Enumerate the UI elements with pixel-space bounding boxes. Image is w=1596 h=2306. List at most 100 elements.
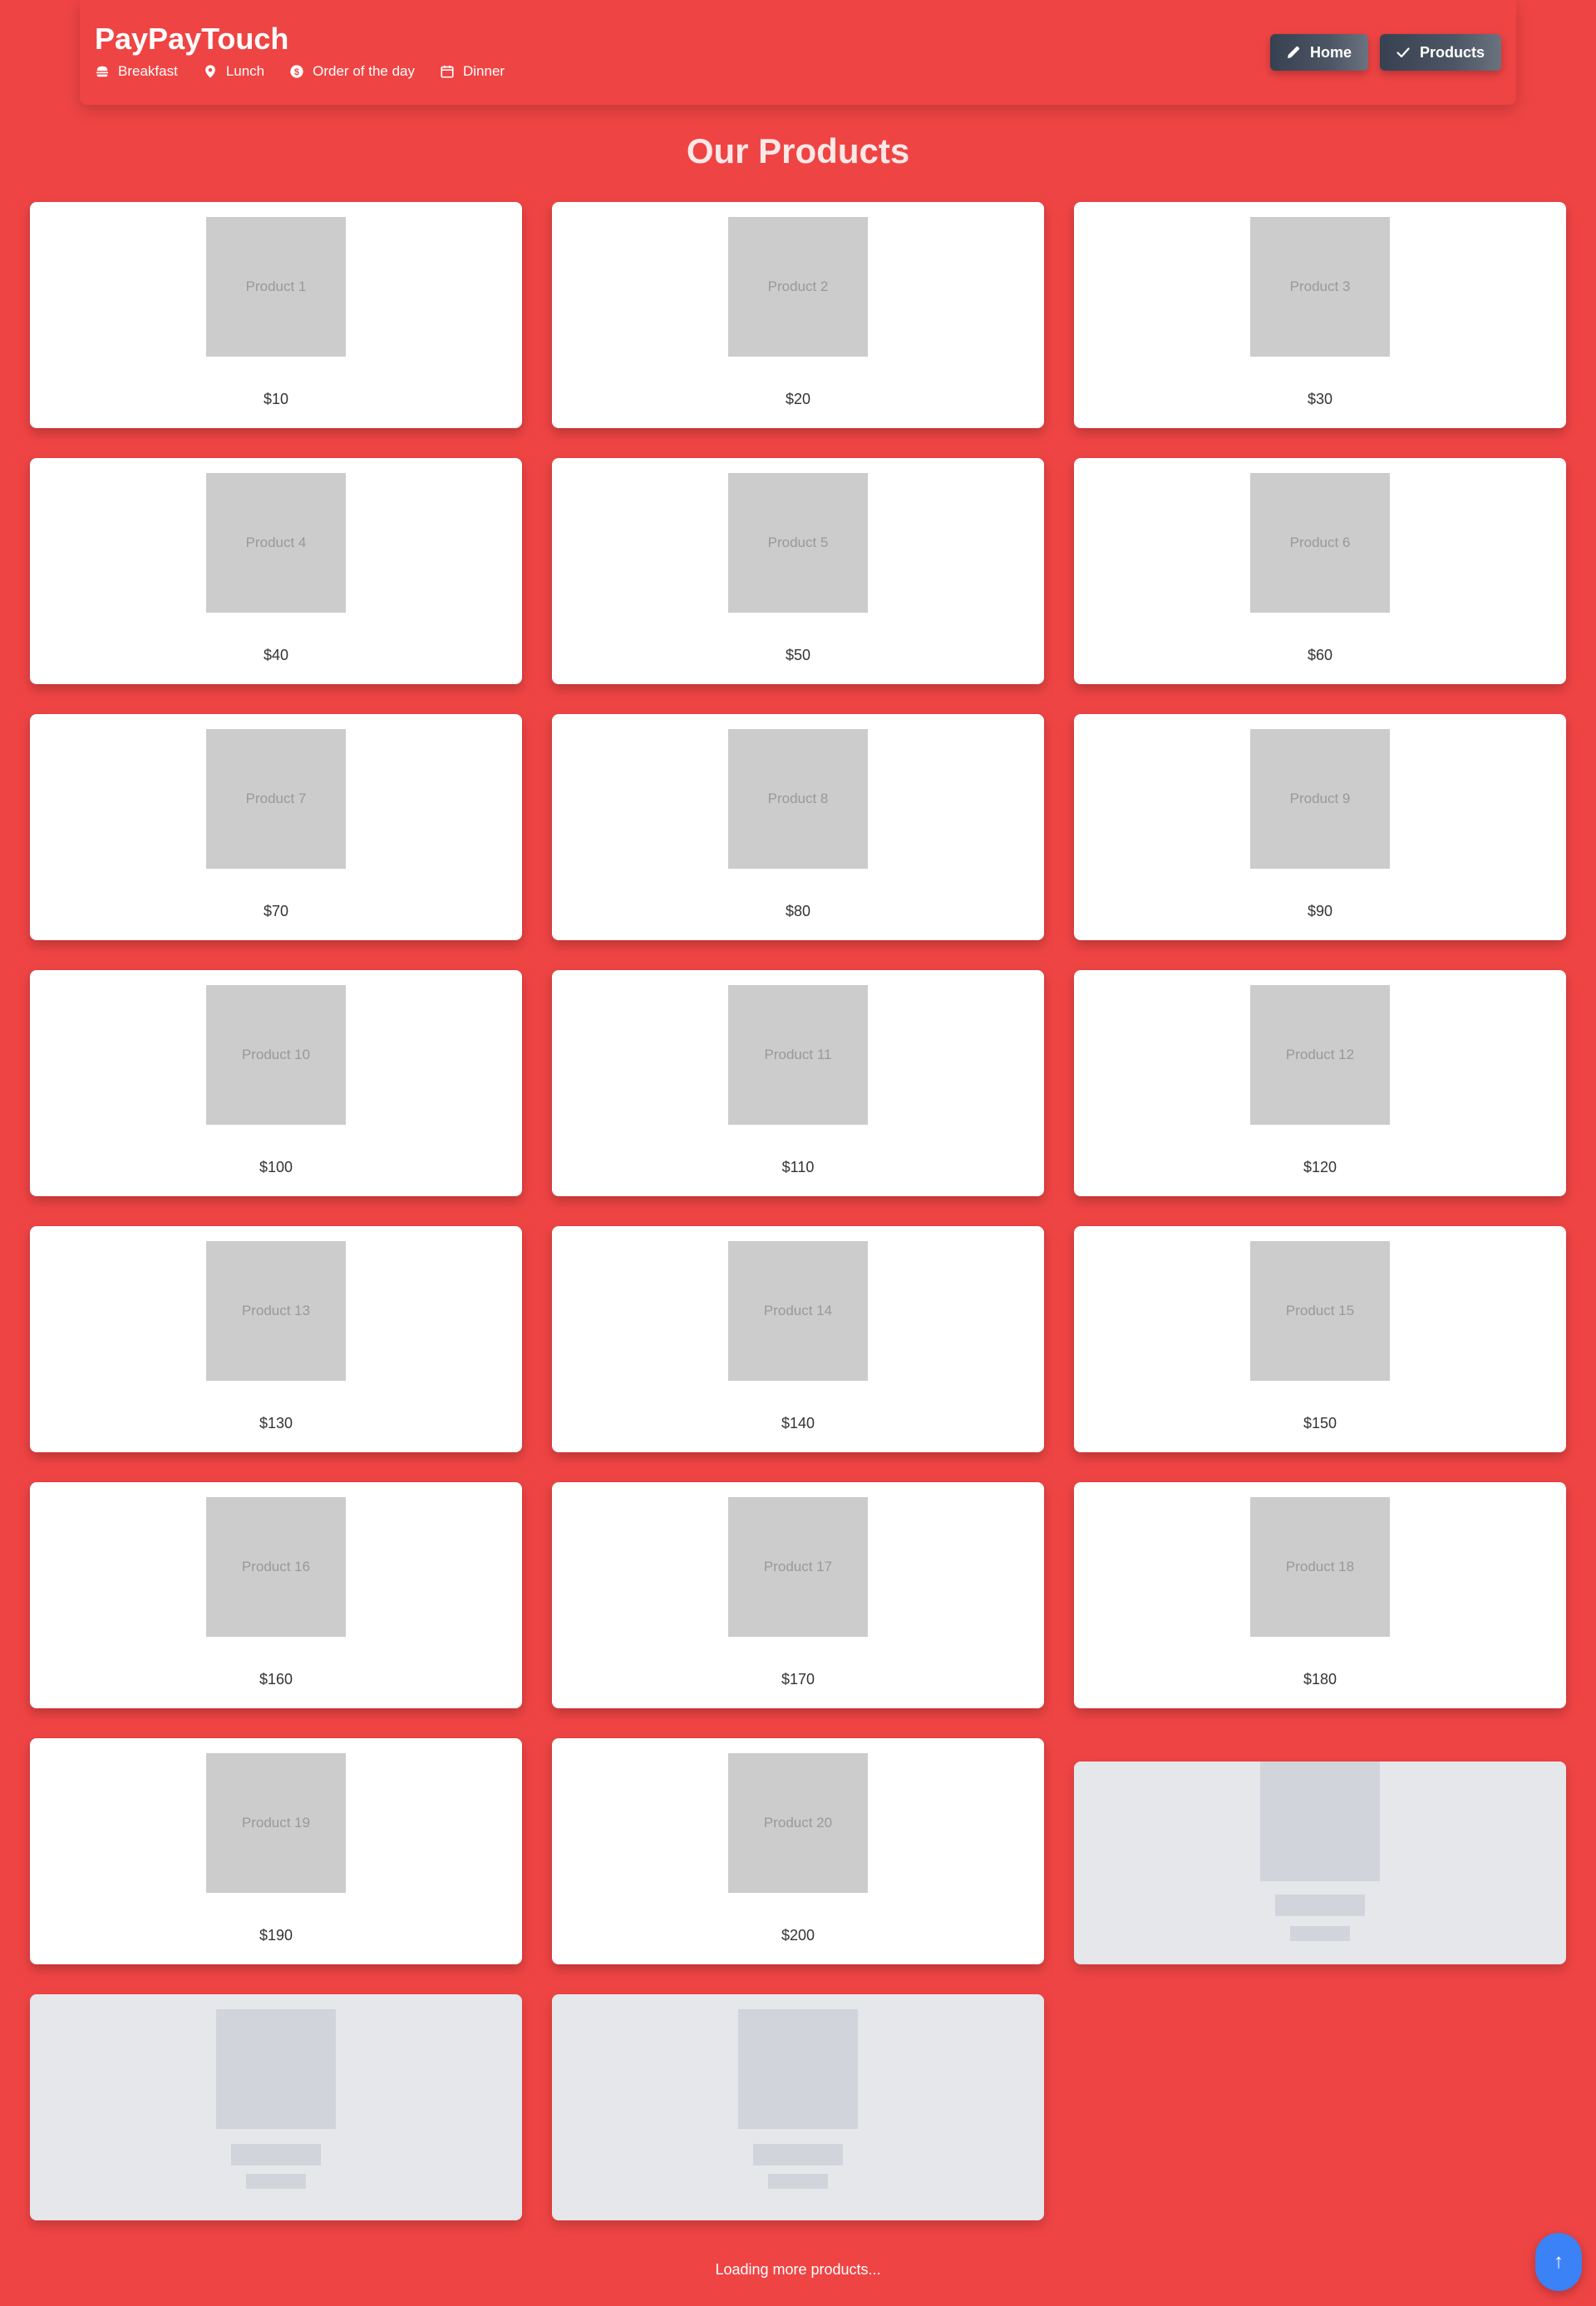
subnav-label: Dinner [462, 63, 505, 79]
skeleton-image [1260, 1762, 1380, 1881]
skeleton-title [231, 2144, 321, 2166]
product-image-placeholder: Product 14 [728, 1241, 868, 1381]
dollar-circle-icon: $ [290, 65, 303, 78]
products-button-label: Products [1419, 43, 1485, 61]
product-card[interactable]: Product 20 $200 [552, 1738, 1044, 1964]
product-image-placeholder: Product 5 [728, 473, 868, 613]
product-image-placeholder: Product 1 [206, 217, 346, 357]
product-image-placeholder: Product 11 [728, 985, 868, 1125]
skeleton-price [1290, 1926, 1350, 1941]
skeleton-card [552, 1994, 1044, 2220]
home-button-label: Home [1309, 43, 1352, 61]
product-price: $110 [781, 1159, 815, 1175]
subnav-label: Order of the day [313, 63, 415, 79]
product-price: $50 [785, 647, 811, 663]
product-image-placeholder: Product 2 [728, 217, 868, 357]
product-card[interactable]: Product 7 $70 [30, 714, 522, 940]
products-button[interactable]: Products [1379, 34, 1501, 71]
product-price: $190 [259, 1927, 293, 1944]
product-card[interactable]: Product 17 $170 [552, 1482, 1044, 1708]
header-nav-buttons: Home Products [1269, 34, 1501, 71]
product-card[interactable]: Product 1 $10 [30, 202, 522, 428]
product-price: $80 [785, 903, 811, 919]
product-price: $40 [263, 647, 289, 663]
product-price: $150 [1303, 1415, 1337, 1431]
skeleton-title [753, 2144, 843, 2166]
product-image-placeholder: Product 8 [728, 729, 868, 869]
svg-text:$: $ [294, 67, 299, 77]
product-grid: Product 1 $10 Product 2 $20 Product 3 $3… [30, 202, 1566, 2220]
product-price: $100 [259, 1159, 293, 1175]
product-price: $180 [1303, 1671, 1337, 1688]
subnav-item-breakfast[interactable]: Breakfast [95, 63, 178, 80]
skeleton-card [30, 1994, 522, 2220]
product-image-placeholder: Product 7 [206, 729, 346, 869]
product-card[interactable]: Product 6 $60 [1074, 458, 1566, 684]
product-card[interactable]: Product 11 $110 [552, 970, 1044, 1196]
loading-more-text: Loading more products... [715, 2261, 881, 2278]
product-image-placeholder: Product 13 [206, 1241, 346, 1381]
product-price: $120 [1303, 1159, 1337, 1175]
subnav-item-dinner[interactable]: Dinner [440, 63, 505, 80]
product-price: $10 [263, 391, 289, 407]
product-image-placeholder: Product 17 [728, 1497, 868, 1637]
top-header: PayPayTouch Breakfast Lunch $ Order of t… [80, 0, 1516, 105]
product-card[interactable]: Product 9 $90 [1074, 714, 1566, 940]
skeleton-price [246, 2174, 306, 2189]
skeleton-title [1275, 1895, 1365, 1916]
product-image-placeholder: Product 16 [206, 1497, 346, 1637]
product-card[interactable]: Product 3 $30 [1074, 202, 1566, 428]
product-image-placeholder: Product 20 [728, 1753, 868, 1893]
product-price: $160 [259, 1671, 293, 1688]
product-image-placeholder: Product 4 [206, 473, 346, 613]
product-card[interactable]: Product 12 $120 [1074, 970, 1566, 1196]
skeleton-price [768, 2174, 828, 2189]
product-image-placeholder: Product 10 [206, 985, 346, 1125]
product-price: $30 [1307, 391, 1333, 407]
burger-icon [96, 66, 109, 77]
map-pin-icon [204, 65, 215, 78]
product-price: $130 [259, 1415, 293, 1431]
skeleton-card [1074, 1738, 1566, 1964]
product-card[interactable]: Product 8 $80 [552, 714, 1044, 940]
product-card[interactable]: Product 14 $140 [552, 1226, 1044, 1452]
category-nav: Breakfast Lunch $ Order of the day Dinne… [95, 63, 505, 80]
subnav-label: Lunch [225, 63, 265, 79]
product-price: $140 [781, 1415, 815, 1431]
product-price: $70 [263, 903, 289, 919]
product-image-placeholder: Product 19 [206, 1753, 346, 1893]
subnav-item-lunch[interactable]: Lunch [203, 63, 264, 80]
product-price: $170 [781, 1671, 815, 1688]
product-image-placeholder: Product 12 [1250, 985, 1390, 1125]
subnav-label: Breakfast [118, 63, 178, 79]
product-card[interactable]: Product 13 $130 [30, 1226, 522, 1452]
product-price: $20 [785, 391, 811, 407]
product-price: $60 [1307, 647, 1333, 663]
product-card[interactable]: Product 18 $180 [1074, 1482, 1566, 1708]
skeleton-image [216, 2009, 336, 2129]
product-image-placeholder: Product 15 [1250, 1241, 1390, 1381]
product-price: $200 [781, 1927, 815, 1944]
product-card[interactable]: Product 4 $40 [30, 458, 522, 684]
check-icon [1396, 47, 1410, 58]
skeleton-image [738, 2009, 858, 2129]
calendar-icon [441, 65, 454, 78]
pencil-icon [1287, 46, 1300, 58]
arrow-up-icon: ↑ [1554, 2250, 1564, 2273]
home-button[interactable]: Home [1269, 34, 1368, 71]
product-card[interactable]: Product 10 $100 [30, 970, 522, 1196]
product-image-placeholder: Product 6 [1250, 473, 1390, 613]
product-card[interactable]: Product 2 $20 [552, 202, 1044, 428]
scroll-to-top-button[interactable]: ↑ [1535, 2233, 1582, 2291]
page-title: Our Products [686, 131, 910, 170]
product-card[interactable]: Product 19 $190 [30, 1738, 522, 1964]
product-price: $90 [1307, 903, 1333, 919]
product-image-placeholder: Product 18 [1250, 1497, 1390, 1637]
product-image-placeholder: Product 9 [1250, 729, 1390, 869]
product-card[interactable]: Product 5 $50 [552, 458, 1044, 684]
product-card[interactable]: Product 16 $160 [30, 1482, 522, 1708]
brand-logo[interactable]: PayPayTouch [95, 22, 288, 57]
subnav-item-order-of-the-day[interactable]: $ Order of the day [289, 63, 415, 80]
product-card[interactable]: Product 15 $150 [1074, 1226, 1566, 1452]
product-image-placeholder: Product 3 [1250, 217, 1390, 357]
